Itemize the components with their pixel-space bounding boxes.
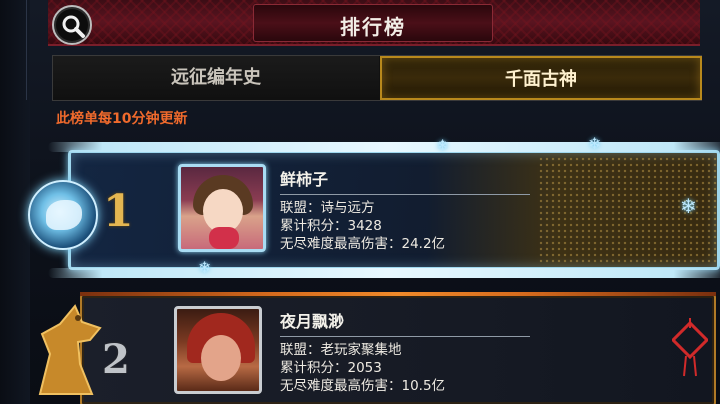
name-divider: [280, 194, 530, 195]
title-plate: 排行榜: [253, 4, 493, 42]
tab-expedition-chronicle[interactable]: 远征编年史: [53, 56, 379, 100]
player-score: 累计积分：3428: [280, 218, 382, 234]
rail-divider: [26, 0, 27, 100]
player-alliance: 联盟：诗与远方: [280, 200, 375, 216]
header-banner: 排行榜: [48, 0, 700, 46]
player-name: 鲜柿子: [280, 170, 329, 189]
player-max-damage: 无尽难度最高伤害：24.2亿: [280, 236, 446, 252]
chinese-knot-icon: [672, 318, 708, 377]
page-title: 排行榜: [340, 15, 406, 39]
snowflake-icon: ❄: [588, 134, 602, 153]
search-button[interactable]: [52, 5, 92, 45]
search-icon: [62, 15, 85, 38]
snowflake-icon: ❄: [198, 258, 212, 277]
name-divider: [280, 336, 530, 337]
player-alliance: 联盟：老玩家聚集地: [280, 342, 402, 358]
wolf-emblem-icon: [28, 180, 98, 250]
heart-icon: [209, 227, 239, 249]
snowflake-icon: ❄: [436, 136, 450, 155]
update-notice: 此榜单每10分钟更新: [56, 111, 188, 127]
tab-thousand-faced-god[interactable]: 千面古神: [380, 56, 702, 100]
player-info: 夜月飘渺 联盟：老玩家聚集地 累计积分：2053 无尽难度最高伤害：10.5亿: [280, 308, 530, 395]
ice-border-top: [48, 142, 720, 152]
rank-card-1[interactable]: ❄ ❄ ❄ ❄ 1 鲜柿子 联盟：诗与远方 累计积分：3428 无尽难度最高伤害…: [28, 134, 720, 280]
card-top-trim: [80, 292, 716, 296]
player-max-damage: 无尽难度最高伤害：10.5亿: [280, 378, 446, 394]
player-name: 夜月飘渺: [280, 312, 345, 331]
avatar-face: [201, 335, 241, 381]
player-avatar[interactable]: [174, 306, 262, 394]
snowflake-icon: ❄: [680, 194, 697, 218]
tab-bar: 远征编年史 千面古神: [52, 55, 702, 101]
player-info: 鲜柿子 联盟：诗与远方 累计积分：3428 无尽难度最高伤害：24.2亿: [280, 166, 530, 253]
leaderboard-screen: 排行榜 远征编年史 千面古神 此榜单每10分钟更新 ❄ ❄ ❄ ❄ 1 鲜柿子: [0, 0, 720, 404]
player-avatar[interactable]: [178, 164, 266, 252]
rank-number: 1: [103, 186, 134, 237]
rank-number: 2: [102, 336, 130, 383]
ice-border-bottom: [48, 268, 720, 278]
player-score: 累计积分：2053: [280, 360, 382, 376]
